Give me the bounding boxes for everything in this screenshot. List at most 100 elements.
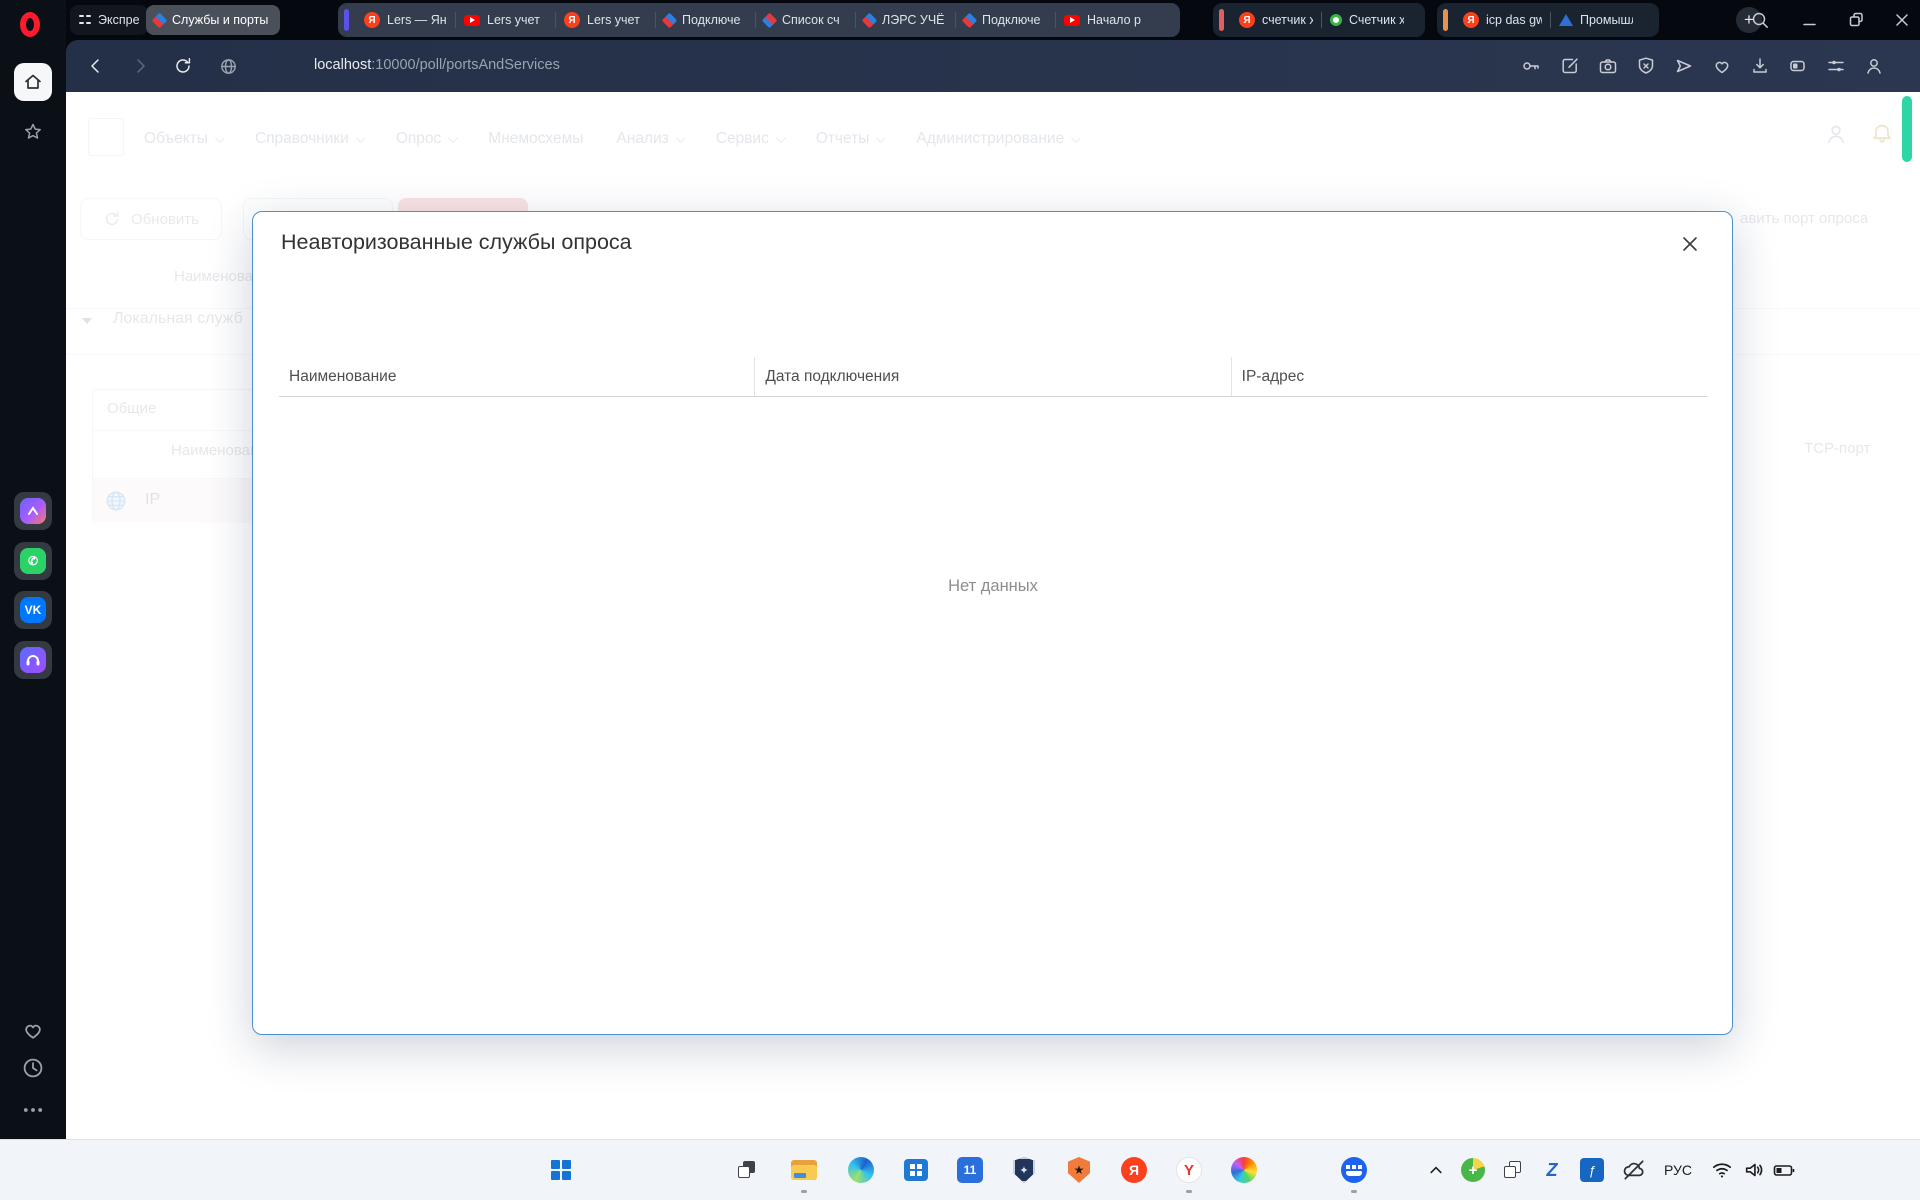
close-window-button[interactable]: [1890, 8, 1914, 32]
tab-schetchik-1[interactable]: Я счетчик х: [1231, 5, 1321, 35]
tab-icp-das[interactable]: Я icp das gw: [1455, 5, 1550, 35]
site-info-globe-icon[interactable]: [216, 54, 240, 78]
downloads-icon[interactable]: [1748, 54, 1772, 78]
overlap-squares-tray-icon[interactable]: [1497, 1154, 1529, 1186]
forward-button[interactable]: [128, 54, 152, 78]
shield-app-button[interactable]: ✦: [1008, 1154, 1040, 1186]
onedrive-offline-icon[interactable]: [1618, 1154, 1650, 1186]
column-header-connection-date[interactable]: Дата подключения: [754, 357, 1230, 396]
address-bar[interactable]: localhost:10000/poll/portsAndServices: [314, 57, 560, 73]
tab-group-red: Я счетчик х Счетчик х: [1213, 3, 1425, 37]
start-page-button[interactable]: [14, 63, 52, 101]
tab-group-indicator[interactable]: [1219, 9, 1224, 31]
url-host: localhost: [314, 57, 371, 73]
zoomit-tray-icon[interactable]: Z: [1536, 1154, 1568, 1186]
tab-lers-uchet[interactable]: Я Lers учет: [556, 5, 655, 35]
tab-promysh[interactable]: Промышл: [1551, 5, 1641, 35]
tab-label: Счетчик х: [1349, 13, 1404, 27]
windows11-setup-button[interactable]: 11: [954, 1154, 986, 1186]
whatsapp-icon: ✆: [20, 548, 46, 574]
blue-app-tray-icon[interactable]: ƒ: [1576, 1154, 1608, 1186]
tab-group-indicator[interactable]: [344, 9, 349, 31]
snapshot-camera-icon[interactable]: [1596, 54, 1620, 78]
tab-label: Lers учет: [487, 13, 540, 27]
lers-diamond-icon: [864, 15, 875, 26]
security-app-tray-icon[interactable]: +: [1457, 1154, 1489, 1186]
aria-sidebar-button[interactable]: [14, 492, 52, 530]
minimize-button[interactable]: [1798, 8, 1822, 32]
windows-taskbar: Поиск 11 ✦ ★ Я Y: [0, 1139, 1920, 1200]
tab-services-and-ports[interactable]: Службы и порты: [146, 5, 280, 35]
column-header-ip-address[interactable]: IP-адрес: [1231, 357, 1707, 396]
tab-group-indicator[interactable]: [1443, 9, 1448, 31]
yandex-start-button[interactable]: Y: [1173, 1154, 1205, 1186]
tray-expand-button[interactable]: [1420, 1154, 1452, 1186]
column-header-name[interactable]: Наименование: [279, 357, 754, 396]
whatsapp-sidebar-button[interactable]: ✆: [14, 542, 52, 580]
lers-diamond-icon: [154, 15, 165, 26]
browser-toolbar: localhost:10000/poll/portsAndServices: [66, 40, 1920, 92]
tab-group-indigo: Я Lers — Ян Lers учет Я Lers учет Подклю…: [338, 3, 1180, 37]
tab-podkluch-2[interactable]: Подключе: [956, 5, 1055, 35]
start-button[interactable]: [545, 1154, 577, 1186]
profile-icon[interactable]: [1862, 54, 1886, 78]
blue-triangle-icon: [1559, 14, 1573, 26]
reload-button[interactable]: [171, 54, 195, 78]
tab-search-button[interactable]: [1748, 8, 1772, 32]
vk-icon: VK: [20, 597, 46, 623]
orange-badge-app-button[interactable]: ★: [1063, 1154, 1095, 1186]
volume-icon[interactable]: [1738, 1154, 1770, 1186]
file-explorer-button[interactable]: [788, 1154, 820, 1186]
tab-label: Lers учет: [587, 13, 640, 27]
battery-icon[interactable]: [1768, 1154, 1800, 1186]
task-view-button[interactable]: [731, 1154, 763, 1186]
tab-speed-dial[interactable]: Экспресс-: [70, 5, 148, 35]
tab-nachalo[interactable]: Начало р: [1056, 5, 1151, 35]
likes-button[interactable]: [21, 1018, 45, 1042]
windows11-icon: 11: [957, 1157, 983, 1183]
page-scrollbar-thumb[interactable]: [1902, 96, 1912, 162]
screen: ✆ VK Экспресс- Службы и порты: [0, 0, 1920, 1200]
tab-spisok[interactable]: Список сч: [756, 5, 855, 35]
dialog-close-button[interactable]: [1678, 232, 1702, 256]
tab-label: Службы и порты: [172, 13, 268, 27]
battery-saver-icon[interactable]: [1786, 54, 1810, 78]
opera-logo-icon[interactable]: [20, 12, 40, 37]
tab-lers-yandex[interactable]: Я Lers — Ян: [356, 5, 455, 35]
pinboard-button[interactable]: [14, 113, 52, 151]
edge-icon: [848, 1157, 874, 1183]
tab-label: ЛЭРС УЧЁ: [882, 13, 945, 27]
history-button[interactable]: [21, 1056, 45, 1080]
docker-button[interactable]: [1338, 1154, 1370, 1186]
wifi-icon[interactable]: [1706, 1154, 1738, 1186]
yandex-browser-button[interactable]: Я: [1118, 1154, 1150, 1186]
tab-lers-uchyo[interactable]: ЛЭРС УЧЁ: [856, 5, 955, 35]
vk-sidebar-button[interactable]: VK: [14, 591, 52, 629]
tab-lers-video[interactable]: Lers учет: [456, 5, 555, 35]
back-button[interactable]: [84, 54, 108, 78]
adblock-shield-icon[interactable]: [1634, 54, 1658, 78]
tab-podkluch-1[interactable]: Подключе: [656, 5, 755, 35]
share-send-icon[interactable]: [1672, 54, 1696, 78]
docker-whale-icon: [1341, 1157, 1367, 1183]
dialog-table: Наименование Дата подключения IP-адрес Н…: [279, 357, 1707, 397]
restore-button[interactable]: [1844, 8, 1868, 32]
dialog-title: Неавторизованные службы опроса: [281, 230, 632, 255]
tab-schetchik-2[interactable]: Счетчик х: [1322, 5, 1412, 35]
shield-badge-icon: ✦: [1013, 1157, 1035, 1183]
passwords-key-icon[interactable]: [1519, 54, 1543, 78]
opera-sidebar: ✆ VK: [0, 0, 66, 1139]
windows-logo-icon: [551, 1160, 571, 1180]
easy-setup-sliders-icon[interactable]: [1824, 54, 1848, 78]
edge-button[interactable]: [845, 1154, 877, 1186]
microsoft-store-button[interactable]: [900, 1154, 932, 1186]
bookmark-heart-icon[interactable]: [1710, 54, 1734, 78]
color-swirl-app-button[interactable]: [1228, 1154, 1260, 1186]
language-indicator[interactable]: РУС: [1664, 1162, 1692, 1178]
empty-table-message: Нет данных: [279, 577, 1707, 596]
tab-strip: Экспресс- Службы и порты Я Lers — Ян Ler…: [66, 0, 1920, 40]
sidebar-more-button[interactable]: [21, 1098, 45, 1122]
player-sidebar-button[interactable]: [14, 641, 52, 679]
edit-page-icon[interactable]: [1558, 54, 1582, 78]
tab-label: Экспресс-: [98, 13, 140, 27]
